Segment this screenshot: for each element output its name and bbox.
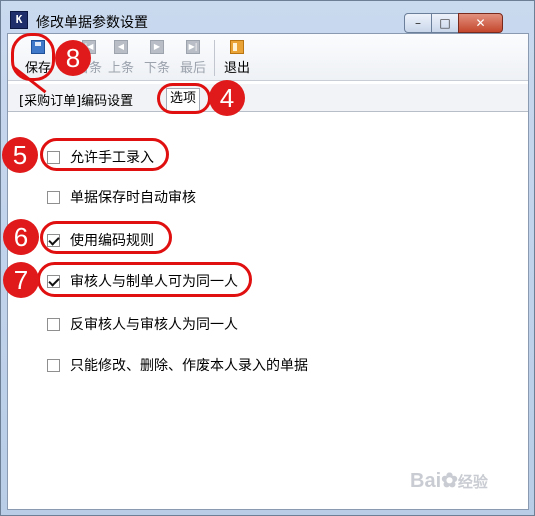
unauditor-same-as-auditor-checkbox[interactable] [47, 317, 60, 331]
app-logo-icon: K [10, 11, 28, 29]
maximize-button[interactable]: □ [431, 13, 459, 33]
window-controls: – □ ✕ [404, 13, 503, 33]
prev-record-button[interactable]: ◀ 上条 [104, 38, 138, 78]
last-record-label: 最后 [179, 61, 206, 76]
maximize-icon: □ [439, 16, 451, 30]
paw-icon: ✿ [441, 470, 458, 492]
annotation-oval-options-tab [157, 83, 211, 114]
prev-record-label: 上条 [107, 61, 134, 76]
annotation-oval-option-3 [40, 221, 172, 254]
annotation-badge-5: 5 [2, 137, 38, 173]
annotation-oval-save [11, 33, 55, 81]
annotation-badge-7: 7 [3, 262, 39, 298]
option-unauditor-same-as-auditor[interactable]: 反审核人与审核人为同一人 [47, 315, 238, 333]
close-button[interactable]: ✕ [458, 13, 503, 33]
next-record-icon: ▶ [150, 40, 164, 54]
tab-strip: [采购订单]编码设置 选项 [8, 84, 528, 112]
only-own-documents-checkbox[interactable] [47, 358, 60, 372]
last-record-button[interactable]: ▶| 最后 [176, 38, 210, 78]
window-title: 修改单据参数设置 [36, 15, 148, 31]
watermark-brand: Bai [410, 470, 442, 492]
toolbar-separator [214, 40, 215, 76]
minimize-icon: – [415, 16, 421, 30]
annotation-badge-4: 4 [209, 80, 245, 116]
option-only-own-documents[interactable]: 只能修改、删除、作废本人录入的单据 [47, 356, 308, 374]
tab-coding-settings[interactable]: [采购订单]编码设置 [19, 90, 133, 109]
app-window: K 修改单据参数设置 – □ ✕ 保存 |◀ 首条 ◀ 上条 ▶ 下条 ▶| 最… [0, 0, 535, 516]
annotation-badge-6: 6 [3, 219, 39, 255]
option-label: 只能修改、删除、作废本人录入的单据 [70, 358, 308, 374]
next-record-button[interactable]: ▶ 下条 [140, 38, 174, 78]
exit-button[interactable]: 退出 [220, 38, 254, 78]
minimize-button[interactable]: – [404, 13, 432, 33]
watermark: Bai✿经验 [410, 468, 488, 493]
next-record-label: 下条 [143, 61, 170, 76]
last-record-icon: ▶| [186, 40, 200, 54]
option-label: 单据保存时自动审核 [70, 190, 196, 206]
annotation-oval-option-4 [37, 262, 252, 297]
annotation-oval-option-1 [40, 138, 169, 171]
annotation-badge-8: 8 [55, 40, 91, 76]
exit-door-icon [230, 40, 244, 54]
title-bar[interactable]: K 修改单据参数设置 – □ ✕ [1, 1, 534, 33]
option-label: 反审核人与审核人为同一人 [70, 317, 238, 333]
prev-record-icon: ◀ [114, 40, 128, 54]
watermark-cn: 经验 [457, 474, 488, 491]
exit-label: 退出 [223, 61, 250, 76]
auto-audit-on-save-checkbox[interactable] [47, 190, 60, 204]
option-auto-audit-on-save[interactable]: 单据保存时自动审核 [47, 188, 196, 206]
close-icon: ✕ [475, 16, 486, 30]
